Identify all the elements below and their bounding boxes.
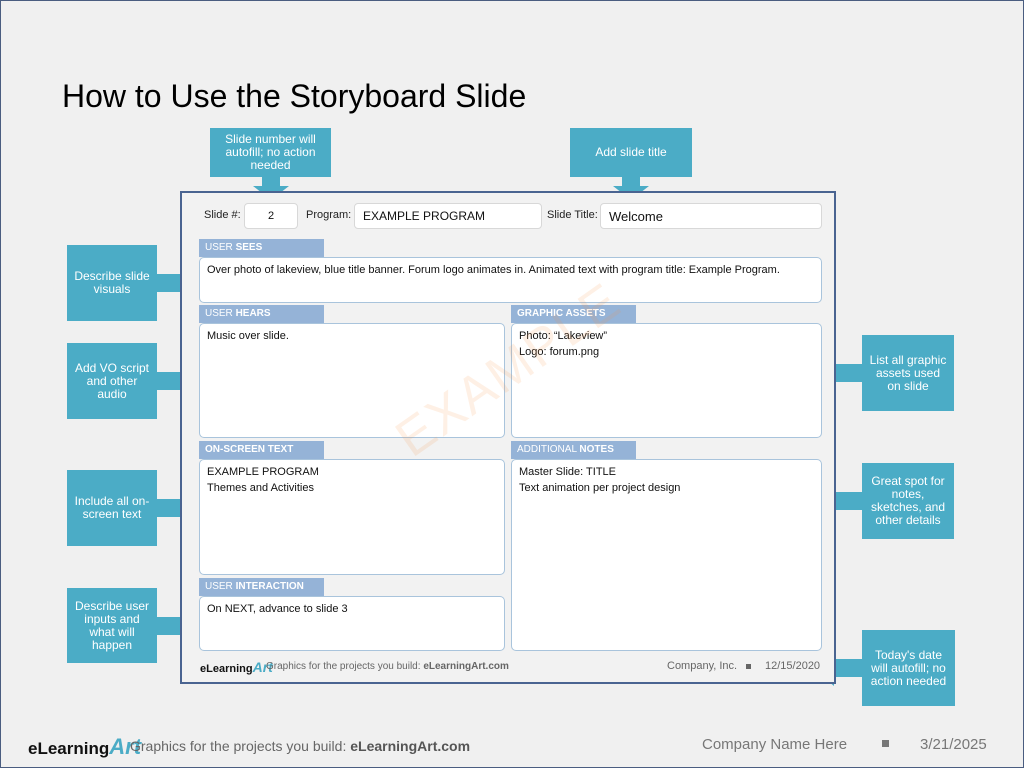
callout-inputs: Describe user inputs and what will happe… (67, 588, 157, 663)
tab-additional-notes: ADDITIONAL NOTES (511, 441, 636, 459)
storyboard-footer: eLearningArt Graphics for the projects y… (182, 654, 834, 676)
program-label: Program: (306, 209, 352, 221)
slide-number-label: Slide #: (204, 209, 241, 221)
asset-line: Logo: forum.png (519, 346, 600, 358)
page-title: How to Use the Storyboard Slide (62, 78, 527, 114)
user-sees-box[interactable]: Over photo of lakeview, blue title banne… (199, 257, 822, 303)
user-interaction-box[interactable]: On NEXT, advance to slide 3 (199, 596, 505, 651)
graphic-assets-box[interactable]: Photo: “Lakeview” Logo: forum.png (511, 323, 822, 438)
callout-notes: Great spot for notes, sketches, and othe… (862, 463, 954, 539)
onscreen-line: EXAMPLE PROGRAM (207, 466, 319, 478)
user-hears-box[interactable]: Music over slide. (199, 323, 505, 438)
separator-square-icon (882, 740, 889, 747)
onscreen-line: Themes and Activities (207, 482, 314, 494)
callout-visuals: Describe slide visuals (67, 245, 157, 321)
tab-graphic-assets: GRAPHIC ASSETS (511, 305, 636, 323)
callout-vo: Add VO script and other audio (67, 343, 157, 419)
slide-footer: eLearningArt Graphics for the projects y… (0, 728, 1024, 762)
tab-user-interaction: USER INTERACTION (199, 578, 324, 596)
elearningart-logo: eLearningArt (28, 734, 142, 759)
callout-assets: List all graphic assets used on slide (862, 335, 954, 411)
slide-number-field: 2 (244, 203, 298, 229)
callout-stem (834, 492, 862, 510)
asset-line: Photo: “Lakeview” (519, 330, 608, 342)
additional-notes-box[interactable]: Master Slide: TITLE Text animation per p… (511, 459, 822, 651)
footer-company: Company Name Here (702, 736, 848, 753)
callout-stem (262, 177, 280, 186)
callout-date: Today's date will autofill; no action ne… (862, 630, 955, 706)
elearningart-logo-small: eLearningArt (200, 659, 273, 675)
callout-onscreen: Include all on-screen text (67, 470, 157, 546)
separator-square-icon (746, 664, 751, 669)
storyboard-company: Company, Inc. (667, 660, 738, 672)
storyboard-panel: Slide #: 2 Program: EXAMPLE PROGRAM Slid… (180, 191, 836, 684)
program-field[interactable]: EXAMPLE PROGRAM (354, 203, 542, 229)
tab-user-hears: USER HEARS (199, 305, 324, 323)
tab-user-sees: USER SEES (199, 239, 324, 257)
slide-title-field[interactable]: Welcome (600, 203, 822, 229)
notes-line: Master Slide: TITLE (519, 466, 616, 478)
notes-line: Text animation per project design (519, 482, 681, 494)
footer-date: 3/21/2025 (920, 736, 987, 753)
callout-slide-title: Add slide title (570, 128, 692, 177)
storyboard-tagline: Graphics for the projects you build: eLe… (266, 661, 509, 672)
footer-tagline: Graphics for the projects you build: eLe… (130, 738, 471, 754)
storyboard-date: 12/15/2020 (765, 660, 821, 672)
slide-title-label: Slide Title: (547, 209, 598, 221)
on-screen-text-box[interactable]: EXAMPLE PROGRAM Themes and Activities (199, 459, 505, 575)
callout-stem (622, 177, 640, 186)
callout-stem (834, 659, 862, 677)
callout-stem (834, 364, 862, 382)
callout-slide-number: Slide number will autofill; no action ne… (210, 128, 331, 177)
tab-on-screen-text: ON-SCREEN TEXT (199, 441, 324, 459)
